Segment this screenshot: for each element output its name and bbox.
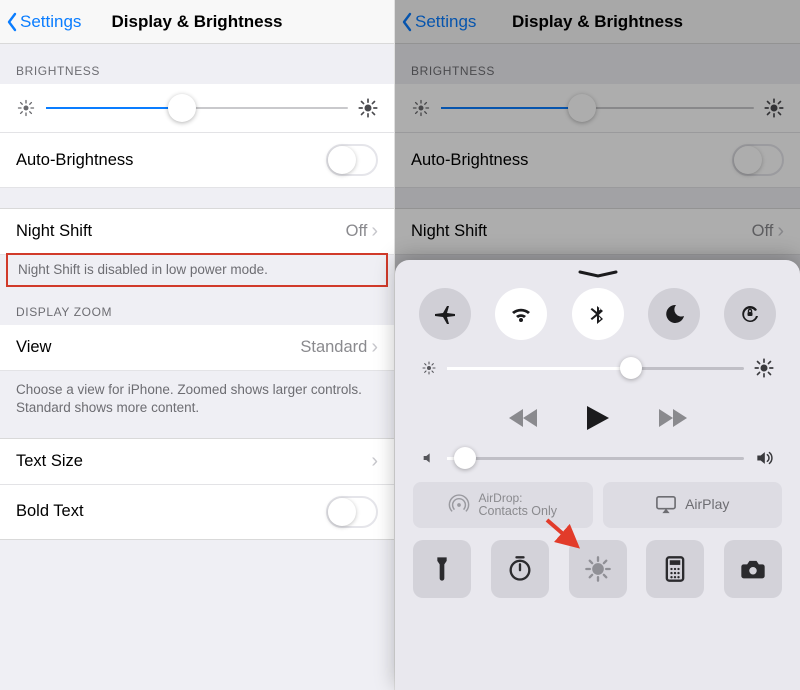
bold-text-row: Bold Text xyxy=(0,485,394,540)
sun-large-icon xyxy=(358,98,378,118)
wifi-icon xyxy=(509,302,533,326)
volume-low-icon xyxy=(421,450,437,466)
volume-high-icon xyxy=(754,448,774,468)
toggle-row xyxy=(419,288,776,340)
page-title: Display & Brightness xyxy=(512,12,683,32)
back-button[interactable]: Settings xyxy=(6,12,81,32)
prev-button[interactable] xyxy=(507,407,541,429)
back-label: Settings xyxy=(20,12,81,32)
brightness-track xyxy=(46,107,348,109)
brightness-header: BRIGHTNESS xyxy=(0,44,394,84)
airplane-toggle[interactable] xyxy=(419,288,471,340)
airdrop-text: AirDrop: Contacts Only xyxy=(478,492,557,519)
moon-icon xyxy=(662,302,686,326)
chevron-right-icon: › xyxy=(371,450,378,473)
settings-pane-right: Settings Display & Brightness BRIGHTNESS… xyxy=(395,0,800,690)
bluetooth-icon xyxy=(586,302,610,326)
brightness-knob[interactable] xyxy=(568,94,596,122)
settings-pane-left: Settings Display & Brightness BRIGHTNESS… xyxy=(0,0,395,690)
camera-button[interactable] xyxy=(724,540,782,598)
brightness-knob[interactable] xyxy=(168,94,196,122)
next-icon xyxy=(655,407,689,429)
dnd-toggle[interactable] xyxy=(648,288,700,340)
brightness-header: BRIGHTNESS xyxy=(395,44,800,84)
night-shift-icon xyxy=(584,555,612,583)
navbar: Settings Display & Brightness xyxy=(0,0,394,44)
control-center: AirDrop: Contacts Only AirPlay xyxy=(395,260,800,690)
sun-large-icon xyxy=(764,98,784,118)
airdrop-button[interactable]: AirDrop: Contacts Only xyxy=(413,482,593,528)
sun-small-icon xyxy=(16,98,36,118)
sun-small-icon xyxy=(411,98,431,118)
chevron-right-icon: › xyxy=(371,220,378,243)
brightness-slider[interactable] xyxy=(0,84,394,133)
night-shift-button[interactable] xyxy=(569,540,627,598)
bottom-shortcuts xyxy=(413,540,782,598)
back-button[interactable]: Settings xyxy=(401,12,476,32)
night-shift-value: Off xyxy=(752,222,774,241)
timer-icon xyxy=(506,555,534,583)
sun-small-icon xyxy=(421,360,437,376)
camera-icon xyxy=(739,555,767,583)
display-zoom-header: DISPLAY ZOOM xyxy=(0,285,394,325)
text-size-label: Text Size xyxy=(16,452,371,471)
back-label: Settings xyxy=(415,12,476,32)
chevron-right-icon: › xyxy=(371,336,378,359)
brightness-slider[interactable] xyxy=(395,84,800,133)
auto-brightness-row: Auto-Brightness xyxy=(0,133,394,188)
flashlight-icon xyxy=(428,555,456,583)
prev-icon xyxy=(507,407,541,429)
page-title: Display & Brightness xyxy=(112,12,283,32)
night-shift-label: Night Shift xyxy=(16,222,346,241)
airdrop-icon xyxy=(448,494,470,516)
night-shift-row[interactable]: Night Shift Off › xyxy=(0,208,394,255)
auto-brightness-switch[interactable] xyxy=(732,144,784,176)
airplay-icon xyxy=(655,495,677,515)
navbar: Settings Display & Brightness xyxy=(395,0,800,44)
play-button[interactable] xyxy=(585,404,611,432)
bold-text-label: Bold Text xyxy=(16,502,326,521)
night-shift-label: Night Shift xyxy=(411,222,752,241)
night-shift-note: Night Shift is disabled in low power mod… xyxy=(6,253,388,287)
night-shift-row[interactable]: Night Shift Off › xyxy=(395,208,800,255)
volume-knob[interactable] xyxy=(454,447,476,469)
auto-brightness-label: Auto-Brightness xyxy=(16,151,326,170)
bold-text-switch[interactable] xyxy=(326,496,378,528)
timer-button[interactable] xyxy=(491,540,549,598)
view-note: Choose a view for iPhone. Zoomed shows l… xyxy=(0,371,394,423)
volume-slider[interactable] xyxy=(421,448,774,468)
airplay-button[interactable]: AirPlay xyxy=(603,482,783,528)
orientation-lock-toggle[interactable] xyxy=(724,288,776,340)
airplay-label: AirPlay xyxy=(685,497,729,512)
media-controls xyxy=(413,404,782,432)
brightness-track xyxy=(441,107,754,109)
wifi-toggle[interactable] xyxy=(495,288,547,340)
view-label: View xyxy=(16,338,300,357)
auto-brightness-label: Auto-Brightness xyxy=(411,151,732,170)
cc-brightness-knob[interactable] xyxy=(620,357,642,379)
night-shift-value: Off xyxy=(346,222,368,241)
calculator-button[interactable] xyxy=(646,540,704,598)
chevron-left-icon xyxy=(401,12,413,32)
share-row: AirDrop: Contacts Only AirPlay xyxy=(413,482,782,528)
grabber-icon[interactable] xyxy=(578,270,618,276)
view-value: Standard xyxy=(300,338,367,357)
chevron-right-icon: › xyxy=(777,220,784,243)
chevron-left-icon xyxy=(6,12,18,32)
view-row[interactable]: View Standard › xyxy=(0,325,394,371)
orientation-lock-icon xyxy=(738,302,762,326)
sun-large-icon xyxy=(754,358,774,378)
next-button[interactable] xyxy=(655,407,689,429)
calculator-icon xyxy=(661,555,689,583)
airplane-icon xyxy=(433,302,457,326)
bluetooth-toggle[interactable] xyxy=(572,288,624,340)
text-size-row[interactable]: Text Size › xyxy=(0,438,394,485)
auto-brightness-switch[interactable] xyxy=(326,144,378,176)
cc-brightness-slider[interactable] xyxy=(421,358,774,378)
flashlight-button[interactable] xyxy=(413,540,471,598)
play-icon xyxy=(585,404,611,432)
auto-brightness-row: Auto-Brightness xyxy=(395,133,800,188)
